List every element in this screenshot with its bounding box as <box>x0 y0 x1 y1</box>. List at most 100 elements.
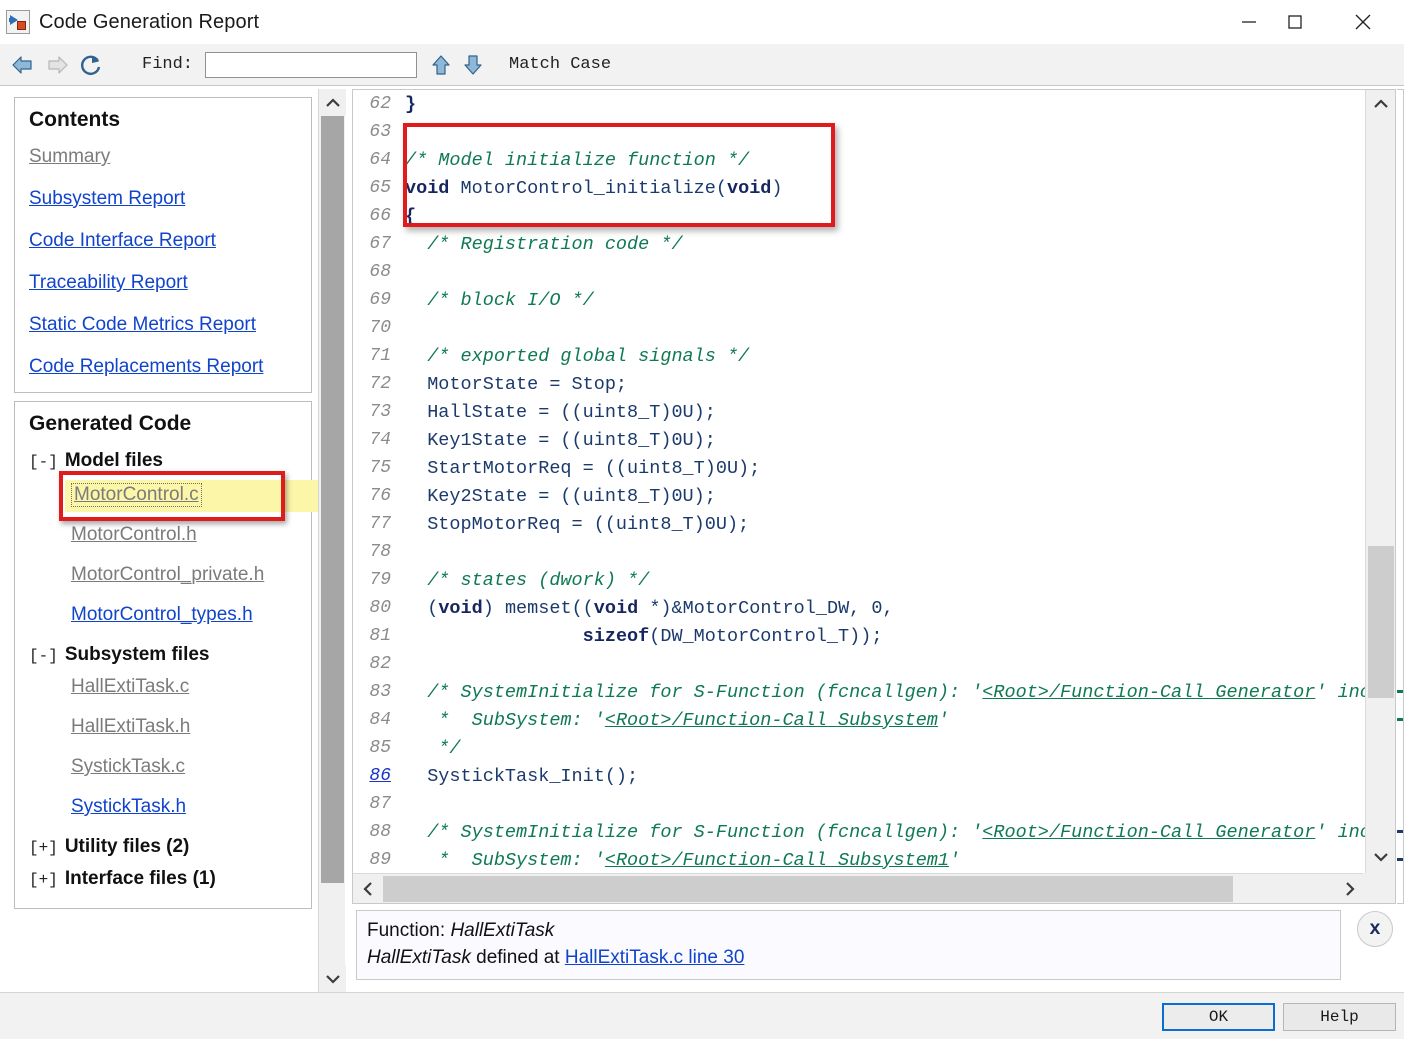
close-button[interactable] <box>1340 0 1386 44</box>
code-line: 79 /* states (dwork) */ <box>353 566 1365 594</box>
link-summary[interactable]: Summary <box>29 146 110 168</box>
refresh-button[interactable] <box>74 48 108 82</box>
tree-group-label: Model files <box>64 450 163 471</box>
find-next-button[interactable] <box>457 49 489 81</box>
chevron-down-icon <box>1374 852 1388 862</box>
navigation-toolbar: Find: Match Case <box>0 44 1404 86</box>
back-button[interactable] <box>6 48 40 82</box>
code-line: 73 HallState = ((uint8_T)0U); <box>353 398 1365 426</box>
find-label: Find: <box>142 55 194 74</box>
expand-toggle-utility-files[interactable]: [+] <box>29 839 58 857</box>
chevron-right-icon <box>1346 882 1355 896</box>
code-comment: * SubSystem: '<Root>/Function-Call Subsy… <box>405 849 961 871</box>
line-number: 65 <box>369 178 391 198</box>
scroll-down-button[interactable] <box>1367 843 1395 870</box>
expand-toggle-interface-files[interactable]: [+] <box>29 871 58 889</box>
code-line: 63 <box>353 118 1365 146</box>
code-line: 71 /* exported global signals */ <box>353 342 1365 370</box>
code-line: 89 * SubSystem: '<Root>/Function-Call Su… <box>353 846 1365 873</box>
code-text: Key2State = ((uint8_T)0U); <box>405 485 716 507</box>
code-view-panel: 62} 63 64 /* Model initialize function */… <box>352 89 1396 904</box>
find-previous-button[interactable] <box>425 49 457 81</box>
collapse-toggle-subsystem-files[interactable]: [-] <box>29 647 58 665</box>
code-text: SystickTask_Init(); <box>405 765 639 787</box>
code-line: 85 */ <box>353 734 1365 762</box>
match-case-label[interactable]: Match Case <box>509 55 611 74</box>
code-inline-link[interactable]: <Root>/Function-Call Generator <box>982 682 1315 703</box>
code-inline-link[interactable]: <Root>/Function-Call Subsystem <box>605 710 938 731</box>
code-line: 76 Key2State = ((uint8_T)0U); <box>353 482 1365 510</box>
line-number: 81 <box>369 626 391 646</box>
ok-button[interactable]: OK <box>1162 1003 1275 1031</box>
link-static-code-metrics-report[interactable]: Static Code Metrics Report <box>29 314 256 336</box>
line-number: 82 <box>369 654 391 674</box>
contents-vertical-scrollbar[interactable] <box>318 89 346 992</box>
tree-group-interface-files[interactable]: [+] Interface files (1) <box>29 868 311 890</box>
code-inline-link[interactable]: <Root>/Function-Call Generator <box>982 822 1315 843</box>
code-text: sizeof(DW_MotorControl_T)); <box>582 625 883 647</box>
line-number: 88 <box>369 822 391 842</box>
link-traceability-report[interactable]: Traceability Report <box>29 272 188 294</box>
file-link-hallextitask-h[interactable]: HallExtiTask.h <box>71 716 190 738</box>
maximize-button[interactable] <box>1272 0 1318 44</box>
line-number: 76 <box>369 486 391 506</box>
line-number: 62 <box>369 94 391 114</box>
code-comment: /* exported global signals */ <box>405 345 750 367</box>
minimize-icon <box>1242 21 1256 23</box>
minimize-button[interactable] <box>1226 0 1272 44</box>
find-previous-icon <box>432 54 450 75</box>
forward-arrow-icon <box>48 55 68 74</box>
scroll-right-button[interactable] <box>1335 874 1365 903</box>
chevron-up-icon <box>325 97 340 107</box>
code-line: 80 (void) memset((void *)&MotorControl_D… <box>353 594 1365 622</box>
code-vertical-scrollbar[interactable] <box>1365 90 1395 873</box>
title-bar: Code Generation Report <box>0 0 1404 44</box>
code-line: 67 /* Registration code */ <box>353 230 1365 258</box>
scroll-up-button[interactable] <box>1367 90 1395 117</box>
search-input[interactable] <box>205 51 418 78</box>
scrollbar-thumb[interactable] <box>383 876 1233 902</box>
info-definition-link[interactable]: HallExtiTask.c line 30 <box>565 947 745 968</box>
code-line: 78 <box>353 538 1365 566</box>
scrollbar-thumb[interactable] <box>321 116 344 883</box>
help-button[interactable]: Help <box>1283 1003 1396 1031</box>
file-link-systicktask-h[interactable]: SystickTask.h <box>71 796 186 818</box>
line-number: 75 <box>369 458 391 478</box>
line-number: 72 <box>369 374 391 394</box>
scrollbar-thumb[interactable] <box>1368 546 1394 698</box>
line-number-link[interactable]: 86 <box>353 766 405 786</box>
file-link-hallextitask-c[interactable]: HallExtiTask.c <box>71 676 189 698</box>
code-line: 81 sizeof(DW_MotorControl_T)); <box>353 622 1365 650</box>
link-code-interface-report[interactable]: Code Interface Report <box>29 230 216 252</box>
code-line: 84 * SubSystem: '<Root>/Function-Call Su… <box>353 706 1365 734</box>
scroll-down-button[interactable] <box>319 965 346 992</box>
code-horizontal-scrollbar[interactable] <box>353 873 1365 903</box>
window-title: Code Generation Report <box>39 10 260 33</box>
code-line: 88 /* SystemInitialize for S-Function (f… <box>353 818 1365 846</box>
scroll-left-button[interactable] <box>353 874 383 903</box>
scroll-up-button[interactable] <box>319 89 346 116</box>
info-panel-close-button[interactable]: x <box>1357 911 1393 947</box>
code-lines-container[interactable]: 62} 63 64 /* Model initialize function */… <box>353 90 1365 873</box>
collapse-toggle-model-files[interactable]: [-] <box>29 453 58 471</box>
line-number: 67 <box>369 234 391 254</box>
file-link-motorcontrol-types-h[interactable]: MotorControl_types.h <box>71 604 253 626</box>
code-inline-link[interactable]: <Root>/Function-Call Subsystem1 <box>605 850 949 871</box>
tree-group-utility-files[interactable]: [+] Utility files (2) <box>29 836 311 858</box>
file-link-motorcontrol-h[interactable]: MotorControl.h <box>71 524 197 546</box>
link-code-replacements-report[interactable]: Code Replacements Report <box>29 356 263 378</box>
file-link-systicktask-c[interactable]: SystickTask.c <box>71 756 185 778</box>
link-subsystem-report[interactable]: Subsystem Report <box>29 188 185 210</box>
file-link-motorcontrol-c[interactable]: MotorControl.c <box>71 483 202 507</box>
chevron-left-icon <box>363 882 372 896</box>
chevron-up-icon <box>1374 98 1388 108</box>
file-link-motorcontrol-private-h[interactable]: MotorControl_private.h <box>71 564 264 586</box>
code-comment: */ <box>405 737 461 759</box>
dialog-footer: OK Help <box>0 992 1404 1039</box>
code-line: 66 { <box>353 202 1365 230</box>
tree-group-subsystem-files[interactable]: [-] Subsystem files <box>29 644 311 666</box>
file-row-motorcontrol-c[interactable]: MotorControl.c <box>29 471 318 521</box>
line-number: 84 <box>369 710 391 730</box>
tree-group-label: Utility files (2) <box>64 836 190 857</box>
tree-group-model-files[interactable]: [-] Model files <box>29 450 311 472</box>
